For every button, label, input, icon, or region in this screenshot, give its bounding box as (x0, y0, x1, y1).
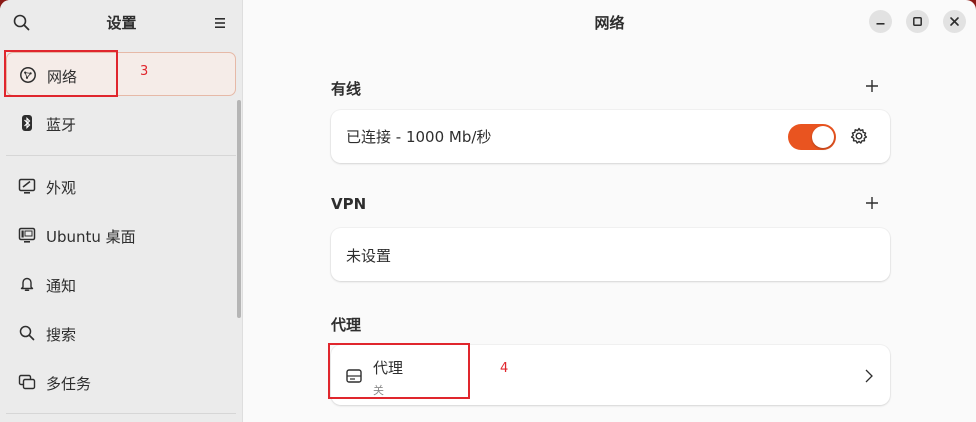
chevron-right-icon (865, 369, 873, 383)
settings-window: 设置 网络 蓝牙 外观 Ubuntu 桌面 通知 搜索 多任务 网络 有线 已连… (0, 0, 976, 422)
proxy-section-label: 代理 (331, 316, 362, 334)
toggle-knob (812, 126, 834, 148)
vpn-section-label: VPN (331, 195, 367, 213)
annotation-number: 4 (500, 361, 509, 376)
bluetooth-icon (22, 115, 32, 131)
page-title: 网络 (594, 14, 625, 32)
sidebar-header: 设置 (0, 0, 243, 46)
annotation-box-proxy (328, 343, 470, 399)
wired-status: 已连接 - 1000 Mb/秒 (346, 128, 492, 146)
sidebar-item-ubuntu-desktop[interactable]: Ubuntu 桌面 (6, 213, 236, 257)
appearance-icon (18, 178, 36, 194)
maximize-button[interactable] (906, 10, 929, 33)
multitasking-icon (18, 374, 36, 390)
desktop-icon (18, 227, 36, 243)
sidebar-item-label: 蓝牙 (46, 116, 77, 134)
hamburger-menu-icon[interactable] (210, 13, 230, 33)
sidebar-item-label: 多任务 (46, 375, 92, 393)
sidebar-item-bluetooth[interactable]: 蓝牙 (6, 101, 236, 145)
sidebar-divider (6, 155, 236, 156)
sidebar-divider (6, 413, 236, 414)
close-icon (950, 17, 959, 26)
close-button[interactable] (943, 10, 966, 33)
sidebar-item-multitasking[interactable]: 多任务 (6, 360, 236, 404)
minimize-icon (876, 23, 885, 25)
sidebar-item-label: 搜索 (46, 326, 77, 344)
sidebar-item-label: 外观 (46, 179, 77, 197)
sidebar-scrollbar[interactable] (237, 100, 241, 318)
sidebar-item-search[interactable]: 搜索 (6, 311, 236, 355)
annotation-box-network (4, 50, 118, 97)
wired-toggle[interactable] (788, 124, 836, 150)
wired-section-label: 有线 (331, 80, 362, 98)
sidebar-item-appearance[interactable]: 外观 (6, 164, 236, 208)
vpn-status: 未设置 (346, 247, 392, 265)
bell-icon (20, 277, 34, 292)
wired-connection-row[interactable]: 已连接 - 1000 Mb/秒 (331, 110, 890, 163)
vpn-row: 未设置 (331, 228, 890, 281)
sidebar-item-label: Ubuntu 桌面 (46, 228, 136, 246)
annotation-number: 3 (140, 64, 149, 79)
sidebar-item-label: 通知 (46, 277, 77, 295)
search-icon (19, 325, 35, 341)
minimize-button[interactable] (869, 10, 892, 33)
maximize-icon (913, 17, 922, 26)
sidebar-title: 设置 (106, 14, 137, 32)
add-wired-icon[interactable] (863, 77, 881, 95)
sidebar-item-notifications[interactable]: 通知 (6, 262, 236, 306)
add-vpn-icon[interactable] (863, 194, 881, 212)
gear-icon[interactable] (849, 126, 869, 146)
